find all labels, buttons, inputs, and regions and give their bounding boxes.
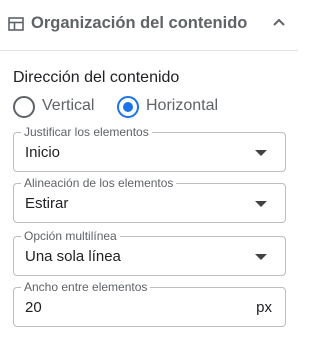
multiline-select-label: Opción multilínea <box>21 229 120 243</box>
radio-vertical-label: Vertical <box>42 97 95 114</box>
chevron-up-icon[interactable] <box>272 17 286 27</box>
align-select[interactable]: Alineación de los elementos Estirar <box>13 176 286 223</box>
layout-icon <box>8 17 24 31</box>
radio-horizontal-label: Horizontal <box>146 97 219 114</box>
dropdown-arrow-icon <box>255 201 267 207</box>
radio-horizontal[interactable]: Horizontal <box>117 95 227 119</box>
panel-header[interactable]: Organización del contenido <box>0 0 298 51</box>
justify-select-value: Inicio <box>25 144 61 161</box>
justify-select-label: Justificar los elementos <box>21 125 152 139</box>
panel-title: Organización del contenido <box>31 14 248 32</box>
spacing-input-label: Ancho entre elementos <box>21 280 151 294</box>
multiline-select[interactable]: Opción multilínea Una sola línea <box>13 229 286 276</box>
multiline-select-value: Una sola línea <box>25 248 121 265</box>
dropdown-arrow-icon <box>255 254 267 260</box>
justify-select[interactable]: Justificar los elementos Inicio <box>13 125 286 172</box>
align-select-value: Estirar <box>25 195 69 212</box>
align-select-label: Alineación de los elementos <box>21 176 177 190</box>
radio-button-checked[interactable] <box>117 96 139 118</box>
spacing-input-value[interactable]: 20 <box>25 299 42 316</box>
content-direction-label: Dirección del contenido <box>13 69 180 86</box>
radio-button-unchecked[interactable] <box>13 96 35 118</box>
dropdown-arrow-icon <box>255 150 267 156</box>
spacing-input[interactable]: Ancho entre elementos 20 px <box>13 280 286 327</box>
radio-vertical[interactable]: Vertical <box>13 95 103 119</box>
spacing-unit: px <box>256 299 272 316</box>
